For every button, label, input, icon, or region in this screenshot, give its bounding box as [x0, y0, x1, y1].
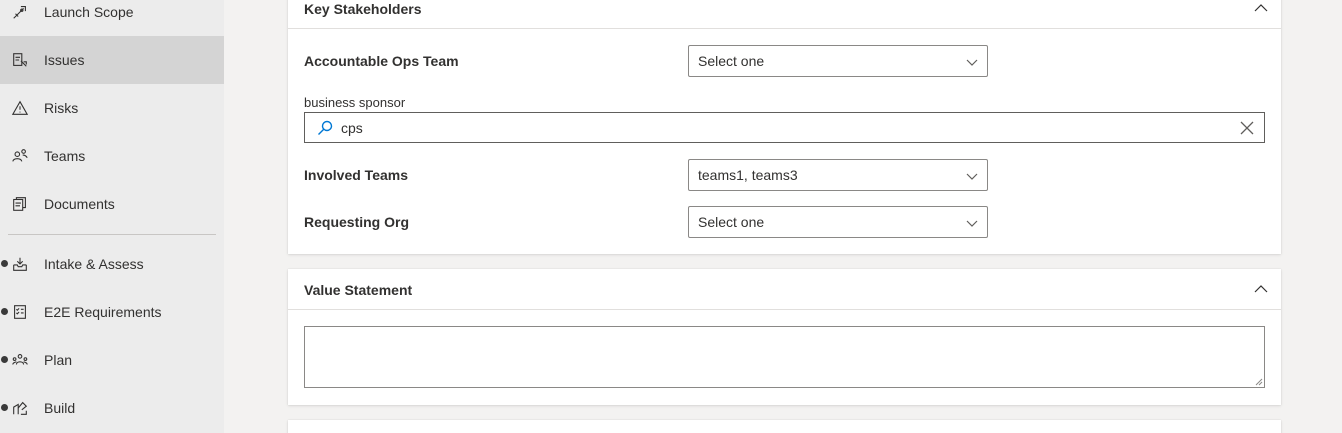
dropdown-value: Select one [698, 214, 765, 230]
sidebar-item-label: Teams [44, 148, 86, 164]
sidebar-item-label: Build [44, 400, 76, 416]
sidebar-item-label: Plan [44, 352, 73, 368]
chevron-up-icon [1254, 4, 1268, 12]
search-icon [318, 120, 333, 135]
collapse-button[interactable] [1251, 0, 1271, 18]
documents-icon [10, 194, 30, 214]
sidebar-item-plan[interactable]: Plan [0, 336, 224, 384]
dropdown-value: teams1, teams3 [698, 167, 798, 183]
sidebar-item-launch-scope[interactable]: Launch Scope [0, 0, 224, 36]
dropdown-value: Select one [698, 53, 765, 69]
sidebar-item-label: E2E Requirements [44, 304, 162, 320]
main-content: Key Stakeholders Accountable Ops Team Se… [224, 0, 1342, 433]
sidebar-item-e2e-requirements[interactable]: E2E Requirements [0, 288, 224, 336]
chevron-down-icon [966, 173, 978, 180]
sidebar-item-risks[interactable]: Risks [0, 84, 224, 132]
sidebar-item-label: Documents [44, 196, 115, 212]
resize-grip-icon[interactable] [1254, 377, 1263, 386]
chevron-down-icon [966, 220, 978, 227]
status-dot [1, 356, 8, 363]
sidebar-item-label: Intake & Assess [44, 256, 144, 272]
card-header: Value Statement [288, 269, 1281, 310]
requesting-org-label: Requesting Org [304, 214, 410, 230]
sidebar-divider [8, 234, 216, 235]
sidebar-item-label: Risks [44, 100, 79, 116]
requesting-org-dropdown[interactable]: Select one [688, 206, 988, 238]
key-stakeholders-card: Key Stakeholders Accountable Ops Team Se… [288, 0, 1281, 254]
sidebar-item-build[interactable]: Build [0, 384, 224, 432]
next-card [288, 420, 1281, 433]
sidebar-item-label: Launch Scope [44, 4, 134, 20]
business-sponsor-search[interactable] [304, 112, 1265, 143]
status-dot [1, 260, 8, 267]
sidebar-item-label: Issues [44, 52, 85, 68]
business-sponsor-label: business sponsor [304, 95, 406, 110]
sidebar-item-documents[interactable]: Documents [0, 180, 224, 228]
checklist-icon [10, 302, 30, 322]
value-statement-textarea-wrap [304, 326, 1265, 388]
card-title: Value Statement [304, 282, 413, 298]
sidebar: Launch Scope Issues Risks Teams Document… [0, 0, 224, 433]
accountable-ops-team-label: Accountable Ops Team [304, 53, 459, 69]
involved-teams-label: Involved Teams [304, 167, 409, 183]
clear-icon[interactable] [1240, 121, 1254, 135]
inbox-icon [10, 254, 30, 274]
rocket-icon [10, 2, 30, 22]
issues-icon [10, 50, 30, 70]
collapse-button[interactable] [1251, 279, 1271, 299]
value-statement-card: Value Statement [288, 269, 1281, 405]
plan-icon [10, 350, 30, 370]
sidebar-item-issues[interactable]: Issues [0, 36, 224, 84]
value-statement-textarea[interactable] [305, 327, 1264, 387]
chevron-up-icon [1254, 285, 1268, 293]
sidebar-item-intake-assess[interactable]: Intake & Assess [0, 240, 224, 288]
card-title: Key Stakeholders [304, 1, 422, 17]
status-dot [1, 308, 8, 315]
business-sponsor-input[interactable] [341, 118, 1221, 138]
build-icon [10, 398, 30, 418]
sidebar-item-teams[interactable]: Teams [0, 132, 224, 180]
status-dot [1, 404, 8, 411]
warning-icon [10, 98, 30, 118]
accountable-ops-team-dropdown[interactable]: Select one [688, 45, 988, 77]
involved-teams-dropdown[interactable]: teams1, teams3 [688, 159, 988, 191]
card-header: Key Stakeholders [288, 0, 1281, 29]
chevron-down-icon [966, 59, 978, 66]
people-icon [10, 146, 30, 166]
